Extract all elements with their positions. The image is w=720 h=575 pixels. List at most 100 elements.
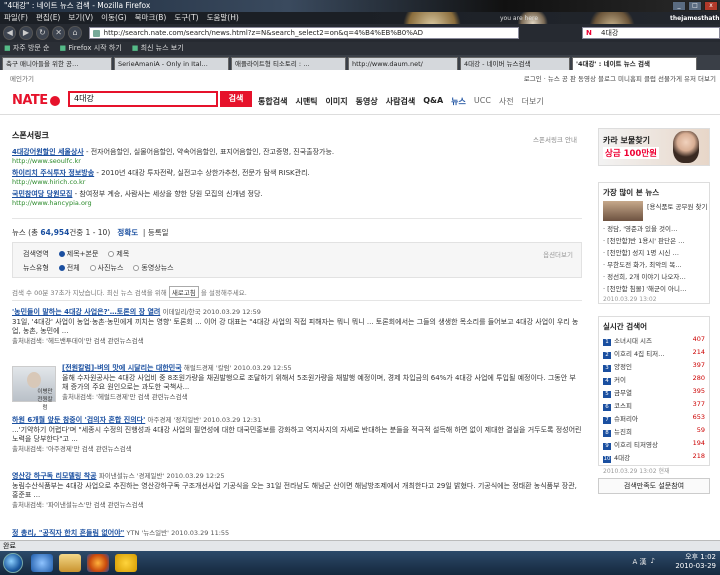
- menu-tools[interactable]: 도구(T): [174, 12, 198, 24]
- realtime-item[interactable]: 1 소녀시대 시즈 407: [599, 334, 709, 347]
- article-title[interactable]: '농민들이 말하는 4대강 사업은?'…토론의 장 열려: [12, 308, 160, 316]
- popular-news-item[interactable]: · [천안함 침몰] '해군이 아니…: [599, 282, 709, 294]
- browser-tab-active[interactable]: '4대강' : 네이트 뉴스 검색: [572, 57, 697, 70]
- query-input[interactable]: 4대강: [68, 91, 218, 107]
- volume-icon[interactable]: ♪: [651, 557, 655, 567]
- tab-strip: 축구 매니아들을 위한 공… SerieAmaniA - Only in Ita…: [0, 55, 720, 70]
- close-button[interactable]: x: [704, 1, 718, 11]
- popular-news-item[interactable]: · [천안함] 성지 1명 시신 …: [599, 246, 709, 258]
- browser-tab[interactable]: 애플라이트형 티소토리 : …: [231, 57, 346, 70]
- search-input[interactable]: 4대강: [582, 27, 720, 39]
- minimize-button[interactable]: _: [672, 1, 686, 11]
- realtime-item[interactable]: 3 양정인 397: [599, 360, 709, 373]
- tab-ucc[interactable]: UCC: [474, 96, 491, 107]
- status-bar: 완료: [0, 540, 720, 551]
- bookmark-item[interactable]: 최신 뉴스 보기: [132, 42, 184, 55]
- realtime-item[interactable]: 5 금무열 395: [599, 386, 709, 399]
- popular-news-item[interactable]: · 정담, '영준과 있을 것이…: [599, 222, 709, 234]
- radio-title-body[interactable]: 제목+본문: [58, 249, 98, 259]
- top-links[interactable]: 로그인 · 뉴스 공 판 동영상 블로그 미니홈피 클럽 선물가게 유저 더보기: [524, 73, 716, 83]
- main-link[interactable]: 메인가기: [10, 73, 34, 83]
- sort-accuracy[interactable]: 정확도: [117, 228, 138, 237]
- tab-dictionary[interactable]: 사전: [499, 96, 514, 107]
- radio-photo[interactable]: 사진뉴스: [89, 263, 123, 273]
- ad-url[interactable]: http://www.seoulfc.kr: [12, 157, 81, 165]
- more-options-link[interactable]: 옵션더보기: [543, 249, 573, 259]
- menu-file[interactable]: 파일(F): [4, 12, 28, 24]
- article-title[interactable]: [전원칼럼]-벼의 맛에 시달리는 대한민국: [62, 364, 182, 372]
- article-title[interactable]: 하원 6개월 앞둔 참중이 '검의자 혼합 진의다': [12, 416, 145, 424]
- maximize-button[interactable]: □: [688, 1, 702, 11]
- article-title[interactable]: 영산강 하구독 리모델링 착공: [12, 472, 97, 480]
- tab-semantic[interactable]: 시맨틱: [295, 96, 317, 107]
- article-date: 2010.03.29 12:59: [202, 308, 261, 316]
- ad-title[interactable]: 국민참여당 당원모집: [12, 190, 72, 198]
- ime-indicator[interactable]: A 漢: [633, 557, 647, 567]
- realtime-item[interactable]: 6 코스피 377: [599, 399, 709, 412]
- forward-icon[interactable]: ▶: [19, 26, 33, 40]
- radio-title[interactable]: 제목: [108, 249, 129, 259]
- article-links[interactable]: 출처내검색: '아주경제'만 검색 관련뉴스검색: [12, 445, 132, 453]
- menu-go[interactable]: 이동(G): [101, 12, 126, 24]
- clock[interactable]: 오후 1:02 2010-03-29: [675, 553, 716, 571]
- sponsor-info-link[interactable]: 스폰서링크 안내: [533, 134, 577, 144]
- browser-tab[interactable]: 축구 매니아들을 위한 공…: [2, 57, 112, 70]
- home-icon[interactable]: ⌂: [68, 26, 82, 40]
- tab-more[interactable]: 더보기: [522, 96, 544, 107]
- bookmark-item[interactable]: 자주 방문 순: [4, 42, 50, 55]
- browser-tab[interactable]: SerieAmaniA - Only in Ital…: [114, 57, 229, 70]
- firefox-icon[interactable]: [87, 554, 109, 572]
- tab-qa[interactable]: Q&A: [423, 96, 443, 107]
- popular-news-item[interactable]: · [천안함]반 1용시' 판단은 …: [599, 234, 709, 246]
- menu-view[interactable]: 보기(V): [68, 12, 93, 24]
- realtime-item[interactable]: 7 슈퍼리아 653: [599, 412, 709, 425]
- refresh-select[interactable]: 새로고침: [168, 286, 199, 298]
- ie-icon[interactable]: [31, 554, 53, 572]
- stop-icon[interactable]: ✕: [51, 26, 66, 40]
- ad-desc: - 참여정부 계승, 사람사는 세상을 향한 당원 모집의 신개념 정당.: [74, 190, 263, 198]
- news-article: '농민들이 말하는 4대강 사업은?'…토론의 장 열려 이데일리/한국 201…: [12, 308, 582, 346]
- realtime-item[interactable]: 4 커이 280: [599, 373, 709, 386]
- menu-help[interactable]: 도움말(H): [207, 12, 239, 24]
- tab-people[interactable]: 사람검색: [386, 96, 415, 107]
- bookmark-item[interactable]: Firefox 시작 하기: [60, 42, 121, 55]
- ad-url[interactable]: http://www.hancypia.org: [12, 199, 92, 207]
- messenger-icon[interactable]: [115, 554, 137, 572]
- radio-video[interactable]: 동영상뉴스: [133, 263, 174, 273]
- reload-icon[interactable]: ↻: [35, 26, 49, 40]
- start-button[interactable]: [3, 553, 23, 573]
- radio-all[interactable]: 전체: [58, 263, 80, 273]
- tab-image[interactable]: 이미지: [326, 96, 348, 107]
- article-title[interactable]: 정 총리, "공직자 한치 흔들림 없어야": [12, 529, 124, 537]
- popular-news-item[interactable]: · 무한도전 화가, 최악의 복…: [599, 258, 709, 270]
- realtime-item[interactable]: 9 이호리 티저영상 194: [599, 438, 709, 451]
- browser-tab[interactable]: 4대강 - 네이버 뉴스검색: [460, 57, 570, 70]
- survey-button[interactable]: 검색만족도 설문참여: [598, 478, 710, 494]
- search-button[interactable]: 검색: [220, 91, 252, 107]
- realtime-item[interactable]: 2 이호리 4집 티저… 214: [599, 347, 709, 360]
- menu-edit[interactable]: 편집(E): [36, 12, 60, 24]
- popular-news-item[interactable]: · 정선희, 2개 이야기 나오자…: [599, 270, 709, 282]
- article-source: YTN '뉴스일반': [126, 529, 169, 537]
- article-links[interactable]: 출처내검색: '헤드밴투데이'만 검색 관련뉴스검색: [12, 337, 144, 345]
- tab-video[interactable]: 동영상: [356, 96, 378, 107]
- article-links[interactable]: 출처내검색: '파이낸셜뉴스'만 검색 관련뉴스검색: [12, 501, 144, 509]
- article-thumbnail[interactable]: 이병만 전원칼럼: [12, 366, 56, 411]
- url-bar[interactable]: http://search.nate.com/search/news.html?…: [88, 27, 520, 39]
- article-links[interactable]: 출처내검색: '헤럴드경제'만 검색 관련뉴스검색: [62, 393, 188, 401]
- browser-tab[interactable]: http://www.daum.net/: [348, 57, 458, 70]
- realtime-item[interactable]: 10 4대강 218: [599, 451, 709, 464]
- ad-title[interactable]: 4대강어원할인 세울상사: [12, 148, 84, 156]
- back-icon[interactable]: ◀: [3, 26, 17, 40]
- nate-logo[interactable]: NATE: [12, 93, 60, 108]
- sidebar-ad-banner[interactable]: 카라 보물찾기 상금 100만원: [598, 128, 710, 166]
- realtime-item[interactable]: 8 뉴진희 59: [599, 425, 709, 438]
- popular-news-item[interactable]: [용식품토 공무원 찾기 원빈]: [599, 200, 709, 222]
- ad-title[interactable]: 하이리치 주식투자 정보방송: [12, 169, 94, 177]
- folder-icon[interactable]: [59, 554, 81, 572]
- menu-bookmarks[interactable]: 북마크(B): [135, 12, 167, 24]
- sort-date[interactable]: 등록일: [148, 228, 169, 237]
- tab-integrated[interactable]: 통합검색: [258, 96, 287, 107]
- ad-url[interactable]: http://www.hirich.co.kr: [12, 178, 85, 186]
- tab-news[interactable]: 뉴스: [451, 96, 466, 107]
